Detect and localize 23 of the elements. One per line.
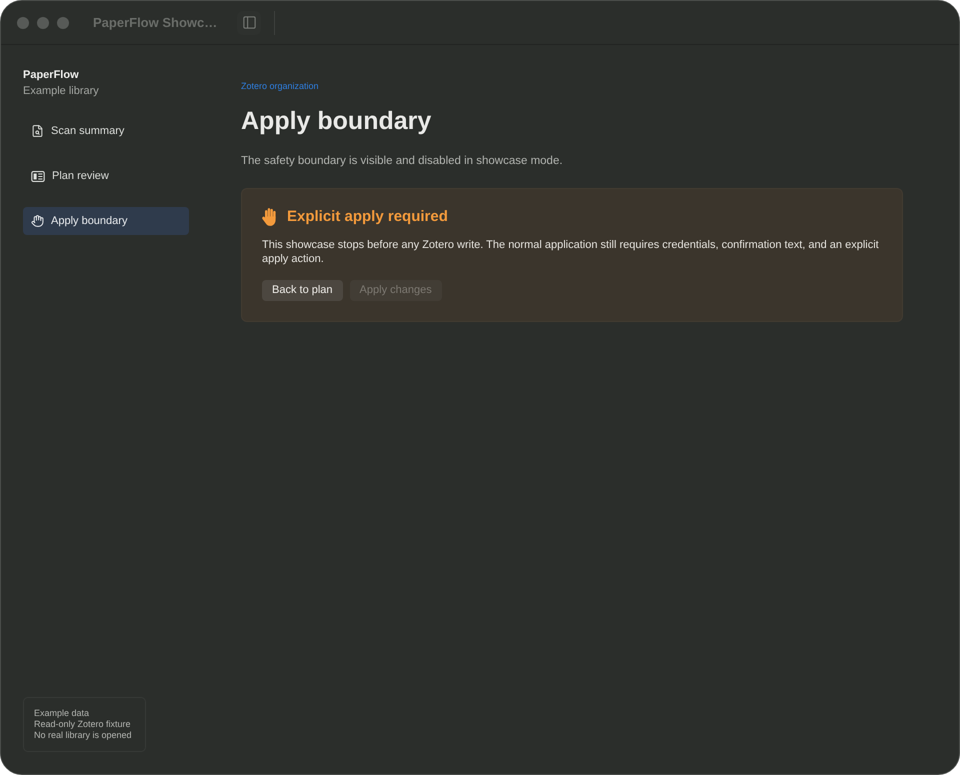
- window-close-button[interactable]: [17, 16, 29, 28]
- sidebar-item[interactable]: Plan review: [23, 162, 189, 190]
- breadcrumb-label: Zotero organization: [241, 80, 319, 92]
- note-line: Example data: [34, 708, 90, 719]
- sidebar-item[interactable]: Scan summary: [23, 117, 189, 145]
- sidebar-panel-icon: [240, 15, 258, 30]
- page-title: Apply boundary: [241, 106, 432, 136]
- note-line: Read-only Zotero fixture: [34, 719, 132, 730]
- notice-body: This showcase stops before any Zotero write. The normal application still requires credentials, confirmation text, and an explicit apply action.: [262, 238, 880, 266]
- window-minimize-button[interactable]: [37, 16, 49, 28]
- document-search-icon: [31, 124, 44, 138]
- sidebar-item[interactable]: Apply boundary: [23, 207, 189, 235]
- action-button[interactable]: Back to plan: [262, 280, 343, 301]
- window-title: PaperFlow Showc…: [93, 14, 218, 32]
- list-panel-icon: [31, 170, 45, 182]
- notice-title: Explicit apply required: [287, 208, 448, 226]
- page-description: The safety boundary is visible and disabled in showcase mode.: [241, 154, 564, 168]
- raised-hand-icon: [262, 208, 277, 226]
- note-line: No real library is opened: [34, 730, 133, 741]
- window-zoom-button[interactable]: [57, 16, 69, 28]
- hand-icon: [31, 214, 44, 228]
- app-name: PaperFlow: [23, 68, 80, 82]
- library-subtitle: Example library: [23, 84, 100, 98]
